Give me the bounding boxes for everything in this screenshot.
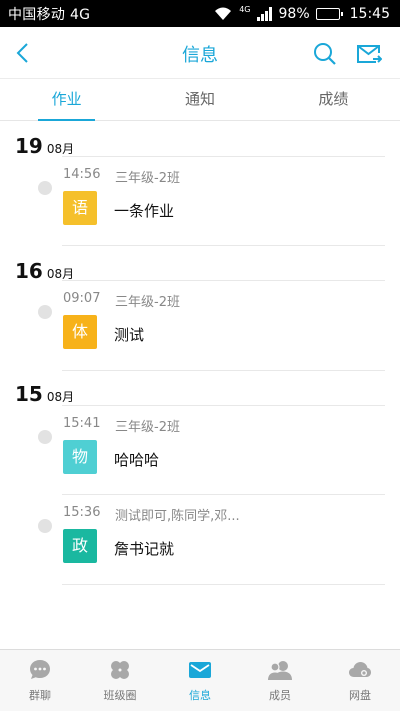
date-day: 16	[15, 259, 43, 283]
item-class: 测试即可,陈同学,邓...	[115, 509, 240, 524]
battery-text: 98%	[278, 5, 310, 22]
nav-label: 成员	[269, 689, 291, 702]
nav-item-class-circle[interactable]: 班级圈	[80, 650, 160, 711]
date-day: 15	[15, 382, 43, 406]
item-title: 詹书记就	[114, 540, 175, 558]
date-month: 08月	[46, 142, 75, 156]
date-month: 08月	[46, 390, 75, 404]
nav-item-members[interactable]: 成员	[240, 650, 320, 711]
chat-icon	[30, 660, 50, 679]
date-day: 19	[15, 134, 43, 158]
tab-notice[interactable]: 通知	[133, 79, 266, 120]
carrier-text: 中国移动 4G	[8, 6, 91, 23]
clover-icon	[111, 661, 129, 679]
nav-label: 班级圈	[103, 689, 137, 702]
tab-homework[interactable]: 作业	[0, 79, 133, 121]
timeline-dot	[38, 430, 52, 444]
page-title: 信息	[182, 45, 218, 66]
item-title: 一条作业	[114, 202, 175, 220]
item-title: 测试	[114, 326, 145, 344]
cloud-icon	[349, 662, 371, 677]
date-header: 15 08月	[15, 382, 74, 406]
item-class: 三年级-2班	[115, 295, 180, 310]
nav-label: 信息	[189, 689, 211, 702]
divider	[62, 370, 385, 371]
signal-icon	[256, 6, 272, 21]
app-header: 信息	[0, 27, 400, 79]
item-time: 14:56	[63, 167, 101, 182]
item-title: 哈哈哈	[114, 451, 160, 469]
nav-label: 网盘	[349, 689, 371, 702]
tab-grades[interactable]: 成绩	[267, 79, 400, 120]
message-feed: 19 08月 14:56 三年级-2班 语 一条作业 16 08月 09:07 …	[0, 121, 400, 649]
item-class: 三年级-2班	[115, 420, 180, 435]
mail-send-icon[interactable]	[356, 43, 382, 65]
item-time: 15:41	[63, 416, 101, 431]
nav-item-messages[interactable]: 信息	[160, 650, 240, 711]
timeline-dot	[38, 305, 52, 319]
subject-badge: 物	[63, 440, 97, 474]
list-item[interactable]: 15:41 三年级-2班 物 哈哈哈	[0, 406, 400, 496]
clock-text: 15:45	[349, 5, 390, 22]
date-header: 19 08月	[15, 134, 74, 158]
battery-icon	[315, 7, 343, 20]
subject-badge: 政	[63, 529, 97, 563]
network-badge: 4G	[239, 4, 251, 14]
list-item[interactable]: 14:56 三年级-2班 语 一条作业	[0, 157, 400, 247]
search-icon[interactable]	[313, 42, 337, 66]
subject-badge: 语	[63, 191, 97, 225]
list-item[interactable]: 09:07 三年级-2班 体 测试	[0, 281, 400, 371]
bottom-nav: 群聊 班级圈 信息 成员 网盘	[0, 649, 400, 711]
status-bar: 中国移动 4G 4G 98% 15:45	[0, 0, 400, 27]
wifi-icon	[215, 7, 232, 20]
timeline-dot	[38, 519, 52, 533]
nav-item-cloud-drive[interactable]: 网盘	[320, 650, 400, 711]
members-icon	[268, 661, 292, 680]
subject-badge: 体	[63, 315, 97, 349]
item-class: 三年级-2班	[115, 171, 180, 186]
item-time: 15:36	[63, 505, 101, 520]
item-time: 09:07	[63, 291, 101, 306]
nav-item-group-chat[interactable]: 群聊	[0, 650, 80, 711]
divider	[62, 245, 385, 246]
list-item[interactable]: 15:36 测试即可,陈同学,邓... 政 詹书记就	[0, 495, 400, 585]
status-icons: 4G 98% 15:45	[213, 4, 390, 22]
timeline-dot	[38, 181, 52, 195]
nav-label: 群聊	[29, 689, 51, 702]
tab-bar: 作业 通知 成绩	[0, 79, 400, 121]
divider	[62, 584, 385, 585]
mail-icon	[189, 662, 211, 678]
